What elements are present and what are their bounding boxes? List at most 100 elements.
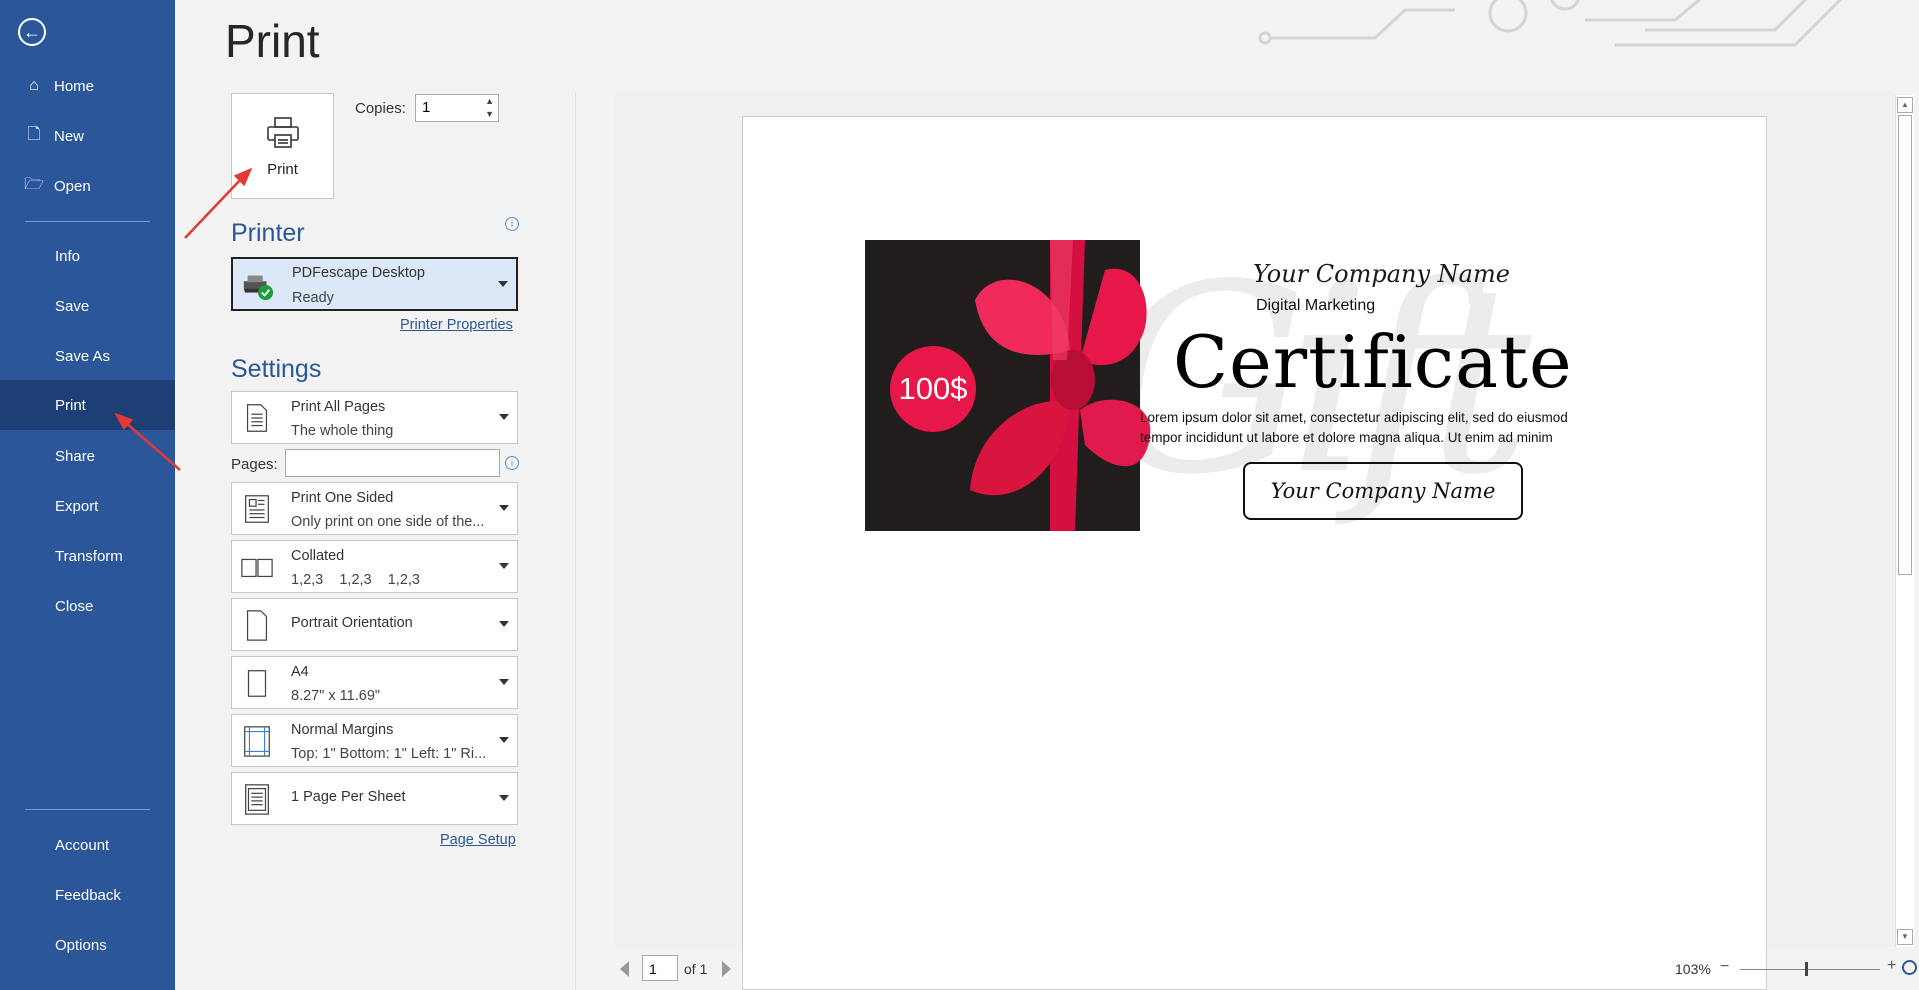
nav-close[interactable]: Close — [0, 585, 175, 627]
zoom-slider-track[interactable] — [1740, 969, 1880, 970]
ribbon-bow-icon — [970, 240, 1151, 531]
nav-info[interactable]: Info — [0, 235, 175, 277]
sides-desc: Only print on one side of the... — [291, 514, 485, 530]
zoom-in-icon[interactable]: + — [1887, 957, 1896, 975]
page-setup-link[interactable]: Page Setup — [440, 832, 516, 848]
scroll-down-icon[interactable]: ▼ — [1897, 929, 1913, 945]
printer-dropdown[interactable]: PDFescape Desktop Ready — [231, 257, 518, 311]
paper-size-dropdown[interactable]: A4 8.27" x 11.69" — [231, 656, 518, 709]
nav-export-label: Export — [55, 497, 99, 515]
scroll-thumb[interactable] — [1898, 115, 1912, 575]
scroll-up-icon[interactable]: ▲ — [1897, 97, 1913, 113]
pages-icon — [246, 404, 268, 432]
next-page-icon[interactable] — [722, 961, 731, 977]
nav-print[interactable]: Print — [0, 380, 175, 430]
nav-new-label: New — [54, 127, 85, 145]
sides-value: Print One Sided — [291, 490, 394, 506]
paper-size-value: A4 — [291, 664, 309, 680]
arrow-left-icon: ← — [23, 21, 41, 42]
nav-home-label: Home — [54, 77, 95, 95]
page-per-sheet-icon — [245, 784, 269, 815]
collated-icon — [241, 558, 273, 578]
certificate-body-line: Lorem ipsum dolor sit amet, consectetur … — [1140, 410, 1568, 425]
page-number-input[interactable]: 1 — [642, 955, 678, 981]
nav-new[interactable]: 🗋 New — [0, 115, 175, 157]
previous-page-icon[interactable] — [620, 961, 629, 977]
nav-save[interactable]: Save — [0, 285, 175, 327]
orientation-value: Portrait Orientation — [291, 615, 413, 631]
sidebar-divider — [25, 221, 150, 222]
certificate-body-line: tempor incididunt ut labore et dolore ma… — [1140, 430, 1553, 445]
nav-export[interactable]: Export — [0, 485, 175, 527]
nav-transform[interactable]: Transform — [0, 535, 175, 577]
nav-share[interactable]: Share — [0, 435, 175, 477]
margins-dropdown[interactable]: Normal Margins Top: 1" Bottom: 1" Left: … — [231, 714, 518, 767]
folder-open-icon: 🗁 — [24, 175, 44, 193]
pages-label: Pages: — [231, 456, 278, 473]
info-icon[interactable]: i — [505, 217, 519, 231]
sides-dropdown[interactable]: Print One Sided Only print on one side o… — [231, 482, 518, 535]
page-title: Print — [225, 15, 320, 67]
chevron-down-icon — [499, 679, 509, 685]
margins-value: Normal Margins — [291, 722, 394, 738]
copies-label: Copies: — [355, 100, 406, 117]
chevron-down-icon — [498, 281, 508, 287]
collation-dropdown[interactable]: Collated 1,2,3 1,2,3 1,2,3 — [231, 540, 518, 593]
printer-heading: Printer — [231, 219, 305, 247]
nav-options-label: Options — [55, 936, 107, 954]
paper-icon — [247, 670, 267, 697]
nav-open[interactable]: 🗁 Open — [0, 165, 175, 207]
nav-account-label: Account — [55, 836, 110, 854]
collation-desc: 1,2,3 1,2,3 1,2,3 — [291, 572, 420, 588]
gift-certificate: Gift 100$ Your Company Name Digital Mark… — [865, 240, 1630, 531]
chevron-down-icon — [499, 621, 509, 627]
certificate-company-name: Your Company Name — [1253, 260, 1510, 288]
nav-info-label: Info — [55, 247, 81, 265]
home-icon: ⌂ — [29, 77, 39, 94]
zoom-out-icon[interactable]: − — [1720, 958, 1729, 976]
zoom-to-page-icon[interactable] — [1902, 960, 1917, 975]
print-range-dropdown[interactable]: Print All Pages The whole thing — [231, 391, 518, 444]
chevron-down-icon — [499, 505, 509, 511]
collation-value: Collated — [291, 548, 345, 564]
sidebar-divider — [25, 809, 150, 810]
print-range-value: Print All Pages — [291, 399, 386, 415]
nav-save-as[interactable]: Save As — [0, 335, 175, 377]
nav-open-label: Open — [54, 177, 91, 195]
zoom-slider-thumb[interactable] — [1805, 962, 1808, 976]
panel-divider — [575, 92, 576, 990]
nav-save-as-label: Save As — [55, 347, 111, 365]
price-badge: 100$ — [890, 346, 976, 432]
preview-status-bar: 1 of 1 103% − + — [610, 955, 1917, 985]
nav-close-label: Close — [55, 597, 94, 615]
portrait-icon — [246, 610, 268, 641]
nav-account[interactable]: Account — [0, 824, 175, 866]
print-button[interactable]: Print — [231, 93, 334, 199]
spin-arrows-icon[interactable]: ▲ ▼ — [485, 95, 494, 121]
nav-home[interactable]: ⌂ Home — [0, 65, 175, 107]
certificate-body: Lorem ipsum dolor sit amet, consectetur … — [1140, 408, 1610, 448]
nav-print-label: Print — [55, 396, 86, 414]
backstage-sidebar: ← ⌂ Home 🗋 New 🗁 Open Info Save Save As … — [0, 0, 175, 990]
new-document-icon: 🗋 — [27, 125, 41, 143]
copies-stepper[interactable]: 1 ▲ ▼ — [415, 94, 499, 122]
chevron-down-icon — [499, 414, 509, 420]
zoom-percent[interactable]: 103% — [1675, 961, 1711, 977]
printer-status: Ready — [292, 290, 334, 306]
copies-value: 1 — [422, 99, 431, 116]
nav-options[interactable]: Options — [0, 924, 175, 966]
pages-input[interactable] — [285, 449, 500, 477]
margins-icon — [244, 726, 270, 757]
orientation-dropdown[interactable]: Portrait Orientation — [231, 598, 518, 651]
back-button[interactable]: ← — [18, 18, 46, 46]
circuit-decoration — [1258, 0, 1843, 47]
pages-per-sheet-dropdown[interactable]: 1 Page Per Sheet — [231, 772, 518, 825]
print-range-desc: The whole thing — [291, 423, 394, 439]
info-icon[interactable]: i — [505, 456, 519, 470]
nav-feedback[interactable]: Feedback — [0, 874, 175, 916]
nav-save-label: Save — [55, 297, 90, 315]
preview-scrollbar[interactable]: ▲ ▼ — [1895, 95, 1914, 947]
paper-size-desc: 8.27" x 11.69" — [291, 688, 381, 704]
printer-properties-link[interactable]: Printer Properties — [400, 317, 513, 333]
chevron-down-icon — [499, 737, 509, 743]
